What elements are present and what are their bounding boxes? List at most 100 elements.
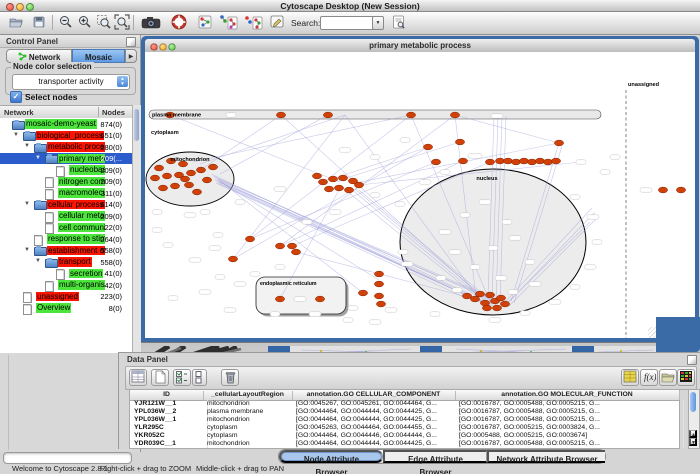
network-canvas[interactable]: plasma membranecytoplasmmitochondrionnuc… xyxy=(145,52,695,338)
search-dropdown-arrow-icon[interactable]: ▼ xyxy=(372,16,384,30)
disclosure-triangle-icon[interactable]: ▼ xyxy=(24,201,30,207)
search-input[interactable] xyxy=(320,16,376,30)
network-tree-item[interactable]: secretion41(0) xyxy=(0,268,132,280)
graph-node[interactable] xyxy=(276,112,285,118)
disclosure-triangle-icon[interactable]: ▼ xyxy=(35,258,41,264)
graph-node[interactable] xyxy=(192,189,201,195)
graph-node[interactable] xyxy=(158,185,167,191)
network-tree-item[interactable]: ▼primary metabo209(... xyxy=(0,153,132,165)
graph-node[interactable] xyxy=(186,170,195,176)
graph-node[interactable] xyxy=(245,236,254,242)
graph-node[interactable] xyxy=(374,281,383,287)
graph-node[interactable] xyxy=(202,177,211,183)
graph-node[interactable] xyxy=(354,182,363,188)
attribute-batch-editor-icon[interactable] xyxy=(621,369,639,386)
graph-node[interactable] xyxy=(676,187,685,193)
graph-node[interactable] xyxy=(482,305,491,311)
graph-node[interactable] xyxy=(374,271,383,277)
table-row[interactable]: YKR052Ccytoplasm[GO:0044464, GO:0044446,… xyxy=(130,432,679,440)
graph-node[interactable] xyxy=(228,256,237,262)
zoom-fit-content-icon[interactable] xyxy=(113,14,131,32)
network-tree-item[interactable]: ▼transport558(0) xyxy=(0,256,132,268)
graph-node[interactable] xyxy=(196,167,205,173)
graph-node[interactable] xyxy=(423,144,432,150)
formula-builder-icon[interactable]: f(x) xyxy=(640,369,658,386)
graph-node[interactable] xyxy=(554,140,563,146)
graph-node[interactable] xyxy=(374,293,383,299)
graph-node[interactable] xyxy=(324,186,333,192)
create-attribute-icon[interactable] xyxy=(151,369,169,386)
graph-node[interactable] xyxy=(658,187,667,193)
network-tree-item[interactable]: ▼biological_process651(0) xyxy=(0,130,132,142)
network-tree-item[interactable]: nucleobase-209(0) xyxy=(0,164,132,176)
graph-node[interactable] xyxy=(318,179,327,185)
graph-node[interactable] xyxy=(492,305,501,311)
graph-node[interactable] xyxy=(334,185,343,191)
graph-node[interactable] xyxy=(170,183,179,189)
graph-node[interactable] xyxy=(208,164,217,170)
table-scrollbar[interactable]: ▲ ▼ xyxy=(688,389,700,449)
column-header-id[interactable]: ID xyxy=(130,391,204,400)
float-panel-icon[interactable] xyxy=(126,37,136,47)
disclosure-triangle-icon[interactable]: ▼ xyxy=(35,155,41,161)
graph-node[interactable] xyxy=(462,293,471,299)
graph-node[interactable] xyxy=(551,158,560,164)
graph-node[interactable] xyxy=(458,158,467,164)
graph-node[interactable] xyxy=(344,187,353,193)
tree-scrollbar-thumb[interactable] xyxy=(134,109,139,141)
network-tree-item[interactable]: response to stimul264(0) xyxy=(0,233,132,245)
network-tree-item[interactable]: ▼establishment of lo558(0) xyxy=(0,245,132,257)
open-file-icon[interactable] xyxy=(7,14,25,32)
layout-network-icon[interactable] xyxy=(196,14,214,32)
tree-scrollbar[interactable] xyxy=(132,105,141,353)
graph-node[interactable] xyxy=(496,295,505,301)
network-tree-item[interactable]: ▼cellular process614(0) xyxy=(0,199,132,211)
table-row[interactable]: YLR295Ccytoplasm[GO:0045263, GO:0044464,… xyxy=(130,424,679,432)
graph-node[interactable] xyxy=(376,301,385,307)
graph-node[interactable] xyxy=(431,159,440,165)
column-header-molecular-function[interactable]: annotation.GO MOLECULAR_FUNCTION xyxy=(455,391,680,400)
graph-node[interactable] xyxy=(485,159,494,165)
graph-node[interactable] xyxy=(338,175,347,181)
tab-mosaic[interactable]: Mosaic xyxy=(72,49,125,63)
copy-network-view-icon-1[interactable] xyxy=(218,14,238,32)
network-tree-item[interactable]: multi-organism pro42(0) xyxy=(0,279,132,291)
table-row[interactable]: YJR121W__1mitochondrion[GO:0045267, GO:0… xyxy=(130,400,679,408)
tab-network[interactable]: Network xyxy=(6,49,72,63)
graph-node[interactable] xyxy=(275,296,284,302)
unselect-all-attributes-icon[interactable] xyxy=(192,369,207,386)
network-tree-item[interactable]: ▼metabolic process280(0) xyxy=(0,141,132,153)
graph-node[interactable] xyxy=(275,243,284,249)
graph-node[interactable] xyxy=(358,290,367,296)
table-scrollbar-thumb[interactable] xyxy=(690,392,696,412)
tab-edge-attribute-browser[interactable]: Edge Attribute Browser xyxy=(383,450,487,463)
graph-node[interactable] xyxy=(485,292,494,298)
window-titlebar[interactable]: Cytoscape Desktop (New Session) xyxy=(0,0,700,12)
color-mapper-icon[interactable] xyxy=(677,369,695,386)
graph-node[interactable] xyxy=(180,176,189,182)
network-tree-item[interactable]: cell communicat22(0) xyxy=(0,222,132,234)
attribute-select-icon[interactable] xyxy=(129,369,147,386)
network-tree-item[interactable]: macromolecule311(0) xyxy=(0,187,132,199)
graph-node[interactable] xyxy=(154,165,163,171)
graph-node[interactable] xyxy=(503,158,512,164)
snapshot-camera-icon[interactable] xyxy=(140,14,162,32)
select-nodes-checkbox[interactable]: ✓ xyxy=(10,91,22,103)
disclosure-triangle-icon[interactable]: ▼ xyxy=(13,132,19,138)
scroll-up-arrow-icon[interactable]: ▲ xyxy=(689,430,697,438)
network-window-titlebar[interactable]: primary metabolic process xyxy=(145,39,695,53)
graph-node[interactable] xyxy=(511,159,520,165)
graph-node[interactable] xyxy=(162,173,171,179)
save-icon[interactable] xyxy=(30,14,48,32)
node-color-combobox[interactable]: transporter activity ▲▼ xyxy=(12,74,130,90)
table-row[interactable]: YPL036W__1mitochondrion[GO:0044464, GO:0… xyxy=(130,416,679,424)
tab-network-attribute-browser[interactable]: Network Attribute Browser xyxy=(487,450,605,463)
graph-node[interactable] xyxy=(287,243,296,249)
graph-node[interactable] xyxy=(543,159,552,165)
graph-node[interactable] xyxy=(406,112,415,118)
graph-node[interactable] xyxy=(150,175,159,181)
select-all-attributes-icon[interactable] xyxy=(173,369,191,386)
graph-node[interactable] xyxy=(475,291,484,297)
table-row[interactable]: YPL036W__2plasma membrane[GO:0044464, GO… xyxy=(130,408,679,416)
tab-overflow-arrow-icon[interactable]: ▶ xyxy=(125,49,137,63)
